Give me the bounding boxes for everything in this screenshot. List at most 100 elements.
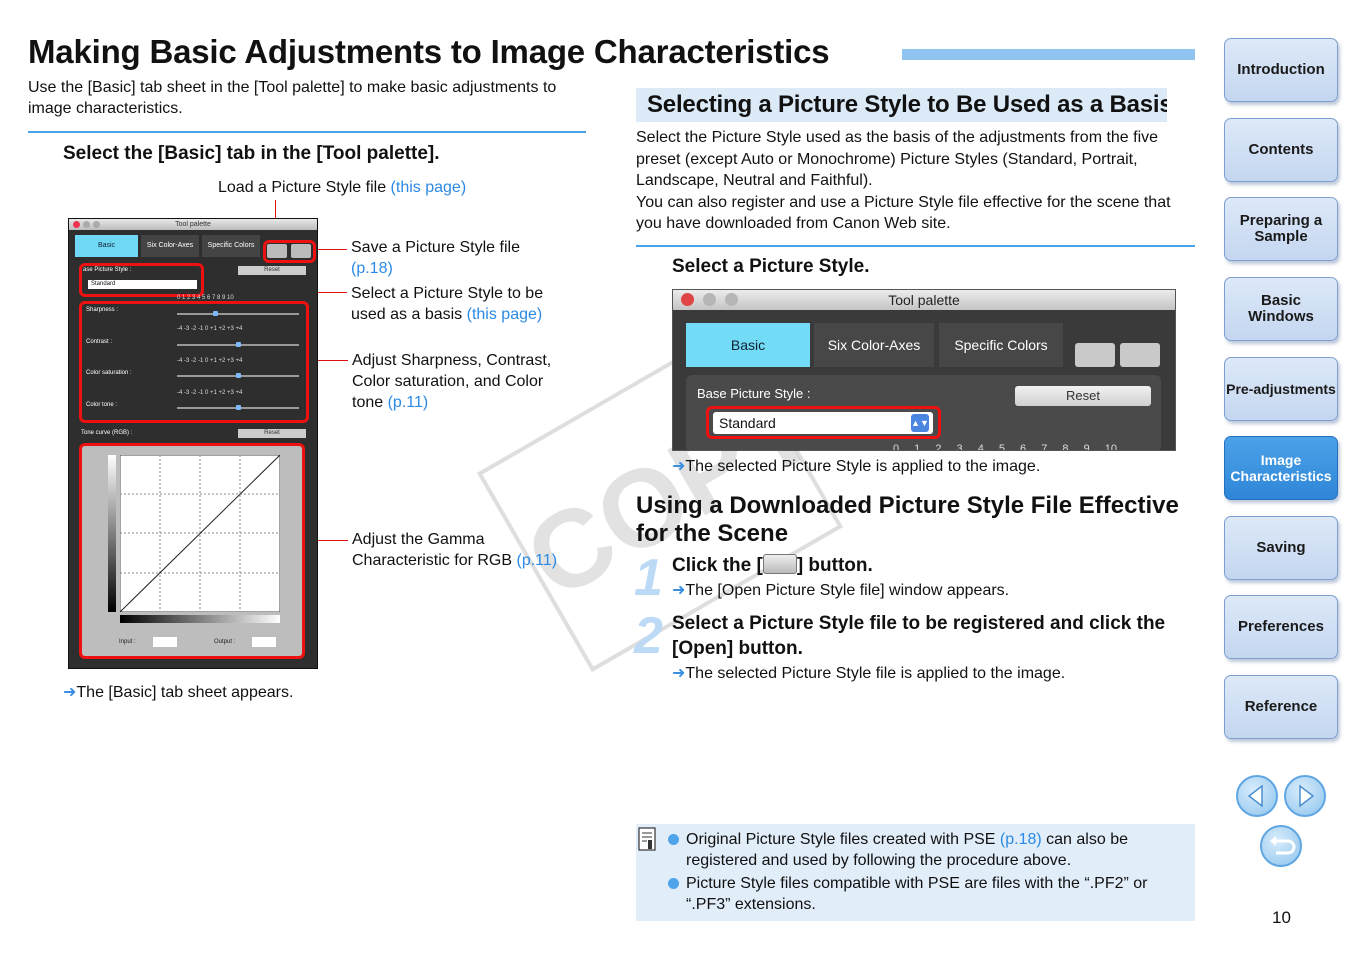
nav-basic-windows[interactable]: Basic Windows — [1224, 277, 1338, 341]
minimize-dot-icon — [83, 221, 90, 228]
tone-gradient-vertical — [108, 455, 116, 612]
step-1-result: ➜The [Open Picture Style file] window ap… — [672, 582, 1010, 599]
scale-contrast: -4 -3 -2 -1 0 +1 +2 +3 +4 — [177, 326, 243, 332]
arrow-left-icon — [1247, 784, 1263, 808]
link-note-p18[interactable]: (p.18) — [1000, 831, 1042, 848]
nav-preparing-a-sample[interactable]: Preparing a Sample — [1224, 197, 1338, 261]
arrow-right-icon: ➜ — [672, 665, 686, 682]
arrow-right-icon: ➜ — [672, 582, 686, 599]
sharpness-slider[interactable] — [177, 313, 299, 315]
arrow-right-icon: ➜ — [63, 684, 77, 701]
nav-reference[interactable]: Reference — [1224, 675, 1338, 739]
callout-gamma: Adjust the Gamma Characteristic for RGB … — [352, 531, 558, 569]
scale-top: 0 1 2 3 4 5 6 7 8 9 10 — [893, 443, 1117, 451]
tab-basic[interactable]: Basic — [686, 323, 810, 367]
contrast-label: Contrast : — [86, 339, 113, 345]
tab-six-color-axes[interactable]: Six Color-Axes — [814, 323, 934, 367]
step-1-title: Click the [] button. — [672, 554, 873, 576]
link-save-p18[interactable]: (p.18) — [351, 258, 520, 279]
previous-page-button[interactable] — [1236, 775, 1278, 817]
highlight-style-select — [79, 263, 204, 297]
load-style-icon — [762, 554, 797, 574]
color-saturation-knob[interactable] — [236, 373, 241, 378]
intro-text: Use the [Basic] tab sheet in the [Tool p… — [28, 79, 557, 117]
callout-line-save — [313, 249, 347, 250]
step-2-title: Select a Picture Style file to be regist… — [672, 613, 1166, 659]
nav-pre-adjustments[interactable]: Pre-adjustments — [1224, 357, 1338, 421]
highlight-load-save — [263, 240, 316, 263]
color-tone-label: Color tone : — [86, 402, 118, 408]
note-item-1: Original Picture Style files created wit… — [668, 829, 1190, 871]
result-basic-tab: ➜The [Basic] tab sheet appears. — [63, 684, 294, 701]
nav-image-characteristics[interactable]: Image Characteristics — [1224, 436, 1338, 500]
input-field[interactable] — [153, 637, 177, 647]
tab-six-color-axes[interactable]: Six Color-Axes — [141, 235, 199, 257]
tab-specific-colors[interactable]: Specific Colors — [939, 323, 1063, 367]
callout-select-style: Select a Picture Style to be used as a b… — [351, 285, 544, 323]
output-field[interactable] — [252, 637, 276, 647]
sharpness-knob[interactable] — [213, 311, 218, 316]
link-adjust-p11[interactable]: (p.11) — [388, 394, 429, 411]
nav-preferences[interactable]: Preferences — [1224, 595, 1338, 659]
tone-gradient-horizontal — [120, 615, 280, 623]
link-select-this-page[interactable]: (this page) — [467, 306, 543, 323]
highlight-style-select — [706, 406, 941, 439]
scale-tone: -4 -3 -2 -1 0 +1 +2 +3 +4 — [177, 390, 243, 396]
tab-specific-colors[interactable]: Specific Colors — [202, 235, 260, 257]
bullet-icon — [668, 834, 679, 845]
shot-titlebar: Tool palette — [673, 290, 1175, 310]
section-heading: Selecting a Picture Style to Be Used as … — [636, 88, 1167, 122]
note-box: Original Picture Style files created wit… — [636, 824, 1195, 921]
step-number-1: 1 — [634, 549, 663, 607]
return-arrow-icon — [1270, 836, 1296, 855]
return-button[interactable] — [1260, 825, 1302, 867]
contrast-knob[interactable] — [236, 342, 241, 347]
tone-curve-label: Tone curve (RGB) : — [81, 430, 133, 436]
zoom-dot-icon — [93, 221, 100, 228]
step-select-basic-tab: Select the [Basic] tab in the [Tool pale… — [63, 143, 440, 164]
nav-saving[interactable]: Saving — [1224, 516, 1338, 580]
reset-button[interactable]: Reset — [238, 266, 306, 275]
section-body: Select the Picture Style used as the bas… — [636, 129, 1171, 232]
color-tone-knob[interactable] — [236, 405, 241, 410]
close-dot-icon — [73, 221, 80, 228]
base-style-label: Base Picture Style : — [697, 386, 811, 401]
bullet-icon — [668, 878, 679, 889]
output-label: Output : — [214, 639, 236, 645]
tone-curve-graph[interactable] — [120, 455, 280, 612]
divider-right — [636, 245, 1195, 247]
arrow-right-icon — [1299, 784, 1315, 808]
step-number-2: 2 — [634, 607, 663, 665]
load-style-icon[interactable] — [1075, 343, 1115, 367]
save-style-icon[interactable] — [1120, 343, 1160, 367]
input-label: Input : — [119, 639, 136, 645]
tool-palette-zoom-screenshot: Tool palette Basic Six Color-Axes Specif… — [672, 289, 1176, 451]
tab-basic[interactable]: Basic — [75, 235, 138, 257]
reset-button[interactable]: Reset — [1015, 386, 1151, 406]
page-number: 10 — [1272, 908, 1291, 927]
callout-adjust: Adjust Sharpness, Contrast, Color satura… — [352, 352, 552, 411]
minimize-dot-icon — [703, 293, 716, 306]
divider-left — [28, 131, 586, 133]
nav-introduction[interactable]: Introduction — [1224, 38, 1338, 102]
palette-titlebar: Tool palette — [69, 219, 317, 230]
callout-load: Load a Picture Style file (this page) — [218, 179, 467, 196]
scale-saturation: -4 -3 -2 -1 0 +1 +2 +3 +4 — [177, 358, 243, 364]
step-select-style: Select a Picture Style. — [672, 256, 870, 277]
callout-save: Save a Picture Style file (p.18) — [351, 239, 520, 279]
tool-palette-screenshot: Tool palette Basic Six Color-Axes Specif… — [68, 218, 318, 669]
arrow-right-icon: ➜ — [672, 458, 686, 475]
page-title: Making Basic Adjustments to Image Charac… — [28, 33, 830, 70]
color-saturation-label: Color saturation : — [86, 370, 132, 376]
title-decoration-bar — [902, 49, 1195, 60]
result-select-style: ➜The selected Picture Style is applied t… — [672, 458, 1041, 475]
link-gamma-p11[interactable]: (p.11) — [516, 552, 557, 569]
zoom-dot-icon — [725, 293, 738, 306]
tone-curve-reset-button[interactable]: Reset — [238, 429, 306, 438]
link-load-this-page[interactable]: (this page) — [391, 179, 467, 196]
nav-contents[interactable]: Contents — [1224, 118, 1338, 182]
step-2-result: ➜The selected Picture Style file is appl… — [672, 665, 1066, 682]
sharpness-label: Sharpness : — [86, 307, 119, 313]
next-page-button[interactable] — [1284, 775, 1326, 817]
memo-icon — [638, 827, 656, 851]
